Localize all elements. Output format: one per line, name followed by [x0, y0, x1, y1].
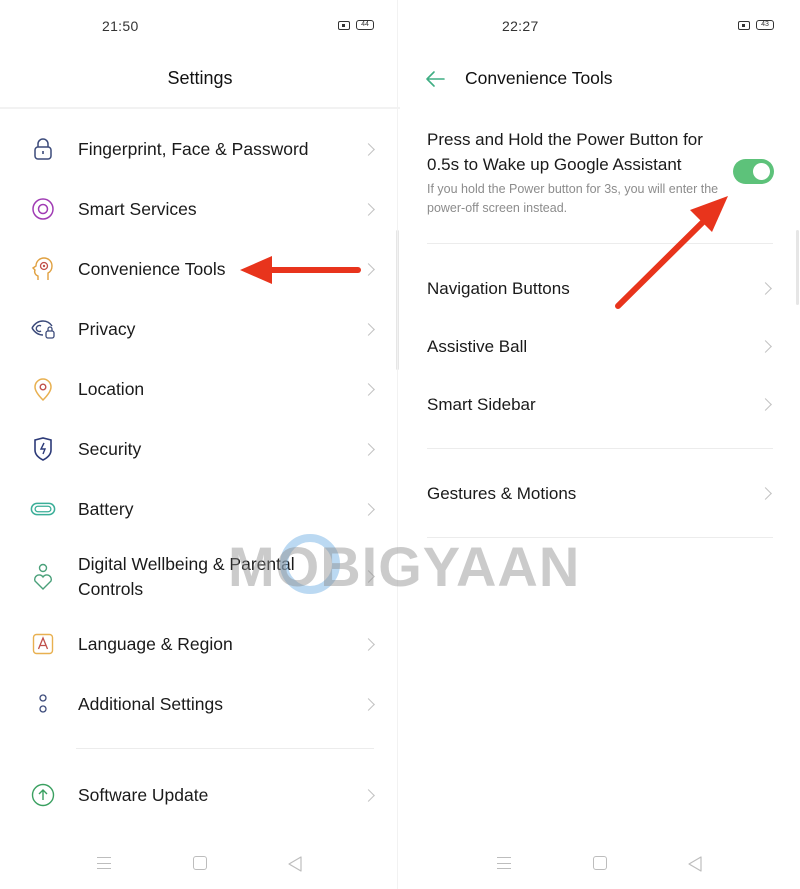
status-bar: 22:27 43	[400, 16, 800, 38]
status-time: 22:27	[502, 18, 539, 34]
settings-item-privacy[interactable]: Privacy	[0, 317, 395, 341]
head-gear-icon	[30, 256, 56, 282]
two-dots-icon	[30, 691, 56, 717]
chevron-right-icon	[362, 570, 375, 583]
settings-item-label: Location	[78, 379, 145, 399]
sim-icon	[338, 20, 350, 30]
page-title: Convenience Tools	[465, 68, 613, 88]
status-bar: 21:50 44	[0, 16, 400, 38]
chevron-right-icon	[362, 502, 375, 516]
section-divider	[427, 537, 773, 538]
menu-item-smart-sidebar[interactable]: Smart Sidebar	[400, 393, 800, 417]
settings-item-additional-settings[interactable]: Additional Settings	[0, 692, 395, 716]
menu-item-assistive-ball[interactable]: Assistive Ball	[400, 335, 800, 359]
chevron-right-icon	[759, 398, 772, 411]
settings-item-language-region[interactable]: Language & Region	[0, 632, 395, 656]
convenience-tools-screen: 22:27 43 Convenience Tools Press and Hol…	[400, 0, 800, 889]
screen-divider	[397, 0, 398, 889]
chevron-right-icon	[362, 788, 375, 802]
back-triangle-icon[interactable]	[687, 855, 703, 878]
battery-level-icon: 43	[756, 20, 774, 30]
chevron-right-icon	[362, 382, 375, 396]
settings-item-convenience-tools[interactable]: Convenience Tools	[0, 257, 395, 281]
settings-item-label: Fingerprint, Face & Password	[78, 139, 309, 159]
section-divider	[427, 243, 773, 244]
header-divider	[0, 107, 400, 109]
chevron-right-icon	[759, 487, 772, 500]
target-circle-icon	[30, 196, 56, 222]
person-heart-icon	[30, 563, 56, 590]
arrow-up-circle-icon	[30, 782, 56, 808]
letter-a-icon	[30, 631, 56, 657]
navigation-bar	[400, 853, 800, 875]
status-time: 21:50	[102, 18, 139, 34]
settings-item-label: Privacy	[78, 319, 136, 339]
chevron-right-icon	[362, 142, 375, 156]
home-icon[interactable]	[193, 856, 207, 870]
home-icon[interactable]	[593, 856, 607, 870]
settings-item-label: Software Update	[78, 785, 209, 805]
settings-item-smart-services[interactable]: Smart Services	[0, 197, 395, 221]
settings-item-fingerprint[interactable]: Fingerprint, Face & Password	[0, 137, 395, 161]
toggle-setting-title: Press and Hold the Power Button for 0.5s…	[427, 130, 703, 174]
settings-item-label: Language & Region	[78, 634, 233, 654]
settings-item-label: Convenience Tools	[78, 259, 226, 279]
section-divider	[427, 448, 773, 449]
settings-item-digital-wellbeing[interactable]: Digital Wellbeing & Parental Controls	[0, 552, 395, 602]
eye-lock-icon	[30, 316, 56, 342]
navigation-bar	[0, 853, 400, 875]
google-assistant-power-toggle[interactable]	[733, 159, 774, 184]
chevron-right-icon	[362, 202, 375, 216]
settings-item-label-line1: Digital Wellbeing & Parental	[78, 554, 295, 574]
chevron-right-icon	[759, 340, 772, 353]
recent-apps-icon[interactable]	[497, 857, 511, 869]
settings-item-label-line2: Controls	[78, 579, 144, 599]
settings-item-battery[interactable]: Battery	[0, 497, 395, 521]
battery-level-icon: 44	[356, 20, 374, 30]
settings-item-software-update[interactable]: Software Update	[0, 783, 395, 807]
menu-item-label: Navigation Buttons	[427, 279, 570, 298]
chevron-right-icon	[362, 442, 375, 456]
lock-icon	[30, 136, 56, 162]
settings-item-label: Battery	[78, 499, 134, 519]
menu-item-label: Smart Sidebar	[427, 395, 536, 414]
scrollbar[interactable]	[796, 230, 799, 305]
chevron-right-icon	[759, 282, 772, 295]
settings-item-security[interactable]: Security	[0, 437, 395, 461]
chevron-right-icon	[362, 697, 375, 711]
back-triangle-icon[interactable]	[287, 855, 303, 878]
shield-bolt-icon	[30, 436, 56, 462]
settings-item-label: Smart Services	[78, 199, 197, 219]
settings-item-location[interactable]: Location	[0, 376, 395, 402]
sim-icon	[738, 20, 750, 30]
settings-item-label: Security	[78, 439, 142, 459]
chevron-right-icon	[362, 322, 375, 336]
menu-item-label: Gestures & Motions	[427, 484, 577, 503]
menu-item-gestures-motions[interactable]: Gestures & Motions	[400, 482, 800, 506]
toggle-setting-description: If you hold the Power button for 3s, you…	[427, 182, 719, 215]
chevron-right-icon	[362, 637, 375, 651]
settings-item-label: Additional Settings	[78, 694, 223, 714]
menu-item-navigation-buttons[interactable]: Navigation Buttons	[400, 277, 800, 301]
recent-apps-icon[interactable]	[97, 857, 111, 869]
back-arrow-icon[interactable]	[424, 70, 446, 93]
menu-item-label: Assistive Ball	[427, 337, 528, 356]
battery-icon	[30, 496, 56, 522]
section-divider	[76, 748, 374, 749]
chevron-right-icon	[362, 262, 375, 276]
settings-screen: 21:50 44 Settings Fingerprint, Face & Pa…	[0, 0, 400, 889]
page-title: Settings	[167, 68, 233, 88]
location-pin-icon	[30, 376, 56, 402]
